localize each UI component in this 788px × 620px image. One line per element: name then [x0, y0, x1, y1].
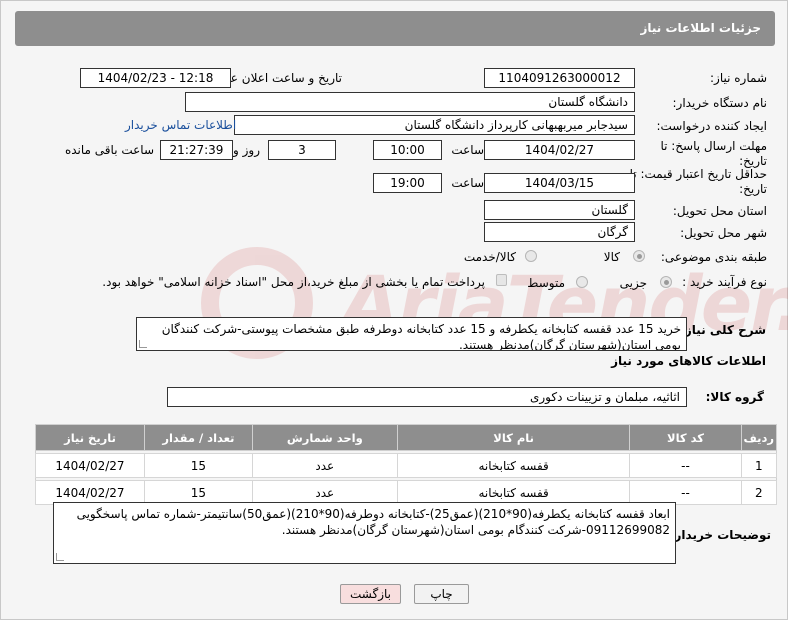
cell-code: --: [629, 480, 742, 505]
price-validity-date-field: 1404/03/15: [484, 173, 635, 193]
summary-text: خرید 15 عدد قفسه کتابخانه یکطرفه و 15 عد…: [161, 322, 681, 351]
cell-unit: عدد: [251, 453, 398, 478]
cell-code: --: [629, 453, 742, 478]
city-field: گرگان: [484, 222, 635, 242]
category-goods-service-label: کالا/خدمت: [463, 250, 516, 264]
goods-table-header: ردیف کد کالا نام کالا واحد شمارش تعداد /…: [35, 424, 778, 451]
process-medium-radio[interactable]: [576, 276, 588, 288]
process-type-label: نوع فرآیند خرید :: [682, 275, 767, 289]
cell-row: 2: [740, 480, 778, 505]
process-medium-label: متوسط: [527, 276, 565, 290]
goods-group-label: گروه کالا:: [705, 390, 764, 404]
col-date-header: تاریخ نیاز: [35, 424, 145, 451]
print-button[interactable]: چاپ: [414, 584, 469, 604]
category-label: طبقه بندی موضوعی:: [660, 250, 767, 264]
remaining-time-field: 21:27:39: [160, 140, 233, 160]
back-button[interactable]: بازگشت: [340, 584, 401, 604]
reply-time-label: ساعت: [451, 143, 484, 157]
buyer-org-field: دانشگاه گلستان: [185, 92, 635, 112]
goods-group-field: اثاثیه، مبلمان و تزیینات دکوری: [167, 387, 687, 407]
resize-handle-icon[interactable]: [56, 553, 64, 561]
creator-label: ایجاد کننده درخواست:: [656, 119, 767, 133]
col-qty-header: تعداد / مقدار: [143, 424, 253, 451]
table-row: 1 -- قفسه کتابخانه عدد 15 1404/02/27: [35, 453, 778, 478]
cell-name: قفسه کتابخانه: [396, 453, 631, 478]
need-number-label: شماره نیاز:: [710, 71, 767, 85]
goods-table: ردیف کد کالا نام کالا واحد شمارش تعداد /…: [35, 424, 778, 505]
category-goods-radio[interactable]: [633, 250, 645, 262]
process-partial-label: جزیی: [619, 276, 647, 290]
province-field: گلستان: [484, 200, 635, 220]
goods-info-title: اطلاعات کالاهای مورد نیاز: [611, 354, 766, 368]
buyer-notes-label: توضیحات خریدار:: [669, 528, 771, 542]
page-header: جزئیات اطلاعات نیاز: [15, 11, 775, 46]
remaining-time-label: ساعت باقی مانده: [64, 143, 154, 157]
reply-time-field: 10:00: [373, 140, 442, 160]
treasury-payment-note: پرداخت تمام یا بخشی از مبلغ خرید،از محل …: [102, 275, 485, 289]
cell-name: قفسه کتابخانه: [396, 480, 631, 505]
cell-unit: عدد: [251, 480, 398, 505]
process-partial-radio[interactable]: [660, 276, 672, 288]
reply-deadline-label: مهلت ارسال پاسخ: تا تاریخ:: [660, 139, 767, 168]
need-number-field: 1104091263000012: [484, 68, 635, 88]
days-label: روز و: [233, 143, 260, 157]
category-goods-service-radio[interactable]: [525, 250, 537, 262]
resize-handle-icon[interactable]: [139, 340, 147, 348]
price-validity-label: حداقل تاریخ اعتبار قیمت: تا تاریخ:: [629, 167, 767, 196]
buyer-org-label: نام دستگاه خریدار:: [672, 96, 768, 110]
summary-textarea: خرید 15 عدد قفسه کتابخانه یکطرفه و 15 عد…: [136, 317, 687, 351]
col-unit-header: واحد شمارش: [251, 424, 398, 451]
cell-qty: 15: [143, 480, 253, 505]
cell-qty: 15: [143, 453, 253, 478]
col-code-header: کد کالا: [629, 424, 742, 451]
days-field: 3: [268, 140, 336, 160]
city-label: شهر محل تحویل:: [680, 226, 767, 240]
province-label: استان محل تحویل:: [672, 204, 767, 218]
summary-label: شرح کلی نیاز:: [680, 323, 766, 337]
col-name-header: نام کالا: [396, 424, 631, 451]
price-validity-time-label: ساعت: [451, 176, 484, 190]
category-goods-label: کالا: [603, 250, 620, 264]
price-validity-time-field: 19:00: [373, 173, 442, 193]
table-row: 2 -- قفسه کتابخانه عدد 15 1404/02/27: [35, 480, 778, 505]
reply-date-field: 1404/02/27: [484, 140, 635, 160]
cell-row: 1: [740, 453, 778, 478]
announce-datetime-field: 1404/02/23 - 12:18: [80, 68, 231, 88]
col-row-header: ردیف: [740, 424, 778, 451]
buyer-contact-link[interactable]: اطلاعات تماس خریدار: [125, 118, 236, 132]
buyer-notes-textarea: ابعاد قفسه کتابخانه یکطرفه(90*210)(عمق25…: [53, 502, 676, 564]
cell-date: 1404/02/27: [35, 480, 145, 505]
buyer-notes-text: ابعاد قفسه کتابخانه یکطرفه(90*210)(عمق25…: [76, 507, 670, 537]
page-title: جزئیات اطلاعات نیاز: [640, 21, 761, 35]
page-frame: AriaTender.neT جزئیات اطلاعات نیاز شماره…: [0, 0, 788, 620]
treasury-payment-checkbox[interactable]: [496, 274, 507, 286]
cell-date: 1404/02/27: [35, 453, 145, 478]
creator-field: سیدجابر میربهبهانی کارپرداز دانشگاه گلست…: [234, 115, 635, 135]
